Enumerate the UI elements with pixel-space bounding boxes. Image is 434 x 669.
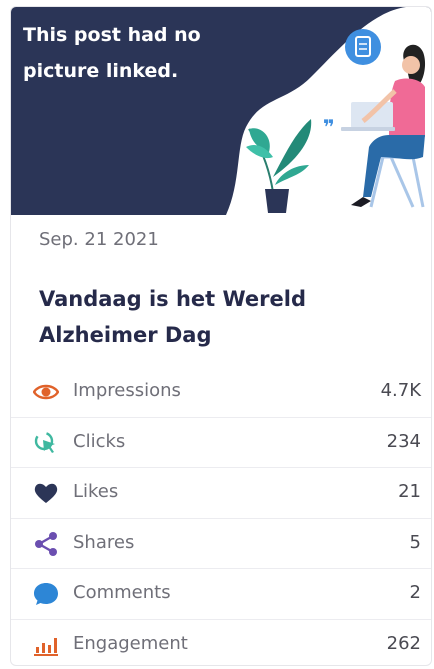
cursor-click-icon — [34, 431, 55, 453]
stat-label: Clicks — [73, 430, 126, 452]
speech-bubble-icon — [34, 583, 58, 606]
bar-chart-icon — [34, 637, 58, 656]
stat-value: 262 — [386, 632, 421, 654]
heart-icon — [34, 483, 58, 504]
stat-row-comments: Comments 2 — [11, 569, 431, 620]
document-bubble-icon — [345, 29, 381, 65]
post-title[interactable]: Vandaag is het Wereld Alzheimer Dag — [39, 281, 399, 353]
post-stats-list: Impressions 4.7K Clicks 234 Likes 21 Sha… — [11, 367, 431, 665]
stat-label: Likes — [73, 481, 119, 503]
stat-row-engagement: Engagement 262 — [11, 620, 431, 665]
stat-label: Impressions — [73, 380, 181, 401]
stat-value: 4.7K — [380, 380, 421, 401]
post-card[interactable]: ❞ This post had no picture linked. Sep. … — [10, 6, 432, 666]
post-date: Sep. 21 2021 — [39, 229, 159, 250]
no-picture-message: This post had no picture linked. — [23, 24, 201, 82]
stat-value: 234 — [386, 430, 421, 452]
stat-value: 2 — [409, 582, 421, 604]
stat-label: Comments — [73, 582, 171, 604]
post-placeholder-illustration: ❞ This post had no picture linked. — [11, 7, 431, 215]
stat-value: 21 — [398, 481, 421, 503]
stat-row-shares: Shares 5 — [11, 519, 431, 570]
stat-label: Shares — [73, 531, 135, 553]
eye-icon — [33, 384, 59, 400]
stat-row-likes: Likes 21 — [11, 468, 431, 519]
stat-row-impressions: Impressions 4.7K — [11, 367, 431, 418]
stat-value: 5 — [409, 531, 421, 553]
svg-text:❞: ❞ — [323, 115, 335, 139]
stat-row-clicks: Clicks 234 — [11, 418, 431, 469]
stat-label: Engagement — [73, 632, 188, 654]
share-icon — [35, 531, 57, 556]
